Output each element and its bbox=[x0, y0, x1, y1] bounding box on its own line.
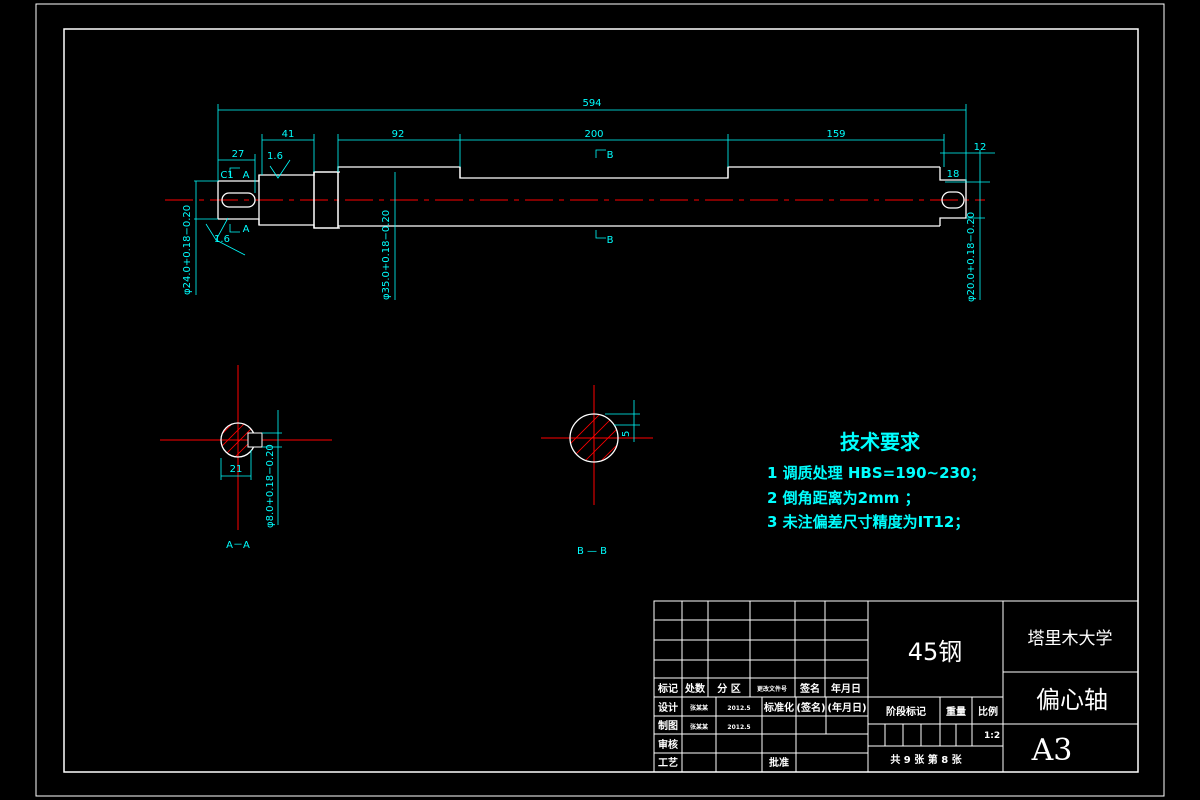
section-bb-label: B — B bbox=[577, 546, 607, 557]
material-label: 45钢 bbox=[908, 638, 963, 666]
sheet-count: 共 9 张 第 8 张 bbox=[890, 753, 962, 766]
school-name: 塔里木大学 bbox=[1028, 629, 1113, 649]
section-aa-width: 21 bbox=[230, 464, 243, 475]
design-name: 张某某 bbox=[690, 704, 709, 712]
tech-req-item-1: 1 调质处理 HBS=190~230； bbox=[767, 464, 985, 482]
dim-27: 27 bbox=[232, 149, 245, 160]
section-bb-depth: 5 bbox=[621, 431, 632, 437]
section-aa-label: A－A bbox=[226, 540, 250, 551]
tech-req-item-2: 2 倒角距离为2mm ； bbox=[767, 489, 920, 507]
hdr-sign: 签名 bbox=[799, 682, 820, 695]
paper-size: A3 bbox=[1031, 733, 1073, 768]
dia-left-label: φ24.0+0.18−0.20 bbox=[182, 205, 193, 295]
draw-label: 制图 bbox=[658, 719, 678, 732]
date-label: (年月日) bbox=[827, 701, 866, 714]
section-b-bottom: B bbox=[607, 235, 614, 246]
chamfer-label: C1 bbox=[220, 170, 233, 181]
std-label: 标准化 bbox=[763, 701, 794, 714]
section-a-bottom: A bbox=[243, 224, 250, 235]
craft-label: 工艺 bbox=[658, 756, 678, 769]
check-label: 审核 bbox=[658, 738, 678, 751]
dim-18: 18 bbox=[947, 169, 960, 180]
draw-date: 2012.5 bbox=[727, 724, 750, 731]
dim-92: 92 bbox=[392, 129, 405, 140]
hdr-count: 处数 bbox=[684, 682, 706, 695]
scale-label: 比例 bbox=[978, 705, 998, 718]
tech-req-title: 技术要求 bbox=[840, 430, 921, 454]
hdr-change-doc: 更改文件号 bbox=[757, 685, 787, 693]
dim-159: 159 bbox=[826, 129, 845, 140]
section-aa-dia: φ8.0+0.18−0.20 bbox=[265, 444, 276, 528]
part-name: 偏心轴 bbox=[1036, 686, 1108, 714]
dia-right-label: φ20.0+0.18−0.20 bbox=[966, 212, 977, 302]
section-b-top: B bbox=[607, 150, 614, 161]
roughness-label-2: 1.6 bbox=[214, 234, 230, 245]
design-date: 2012.5 bbox=[727, 705, 750, 712]
design-label: 设计 bbox=[658, 701, 678, 714]
dim-12: 12 bbox=[974, 142, 987, 153]
tech-req-item-3: 3 未注偏差尺寸精度为IT12； bbox=[767, 513, 969, 531]
stage-label: 阶段标记 bbox=[886, 705, 926, 718]
sign-label: (签名) bbox=[796, 701, 825, 714]
dim-41: 41 bbox=[282, 129, 295, 140]
approve-label: 批准 bbox=[769, 756, 789, 769]
hdr-date: 年月日 bbox=[831, 682, 861, 695]
dim-total: 594 bbox=[582, 98, 601, 109]
hdr-zone: 分 区 bbox=[717, 682, 740, 695]
roughness-label-1: 1.6 bbox=[267, 151, 283, 162]
draw-name: 张某某 bbox=[690, 723, 709, 731]
dia-mid-label: φ35.0+0.18−0.20 bbox=[381, 210, 392, 300]
dim-200: 200 bbox=[584, 129, 603, 140]
scale-value: 1:2 bbox=[984, 731, 1000, 741]
engineering-drawing: 594 41 92 200 159 27 12 18 1.6 1.6 C1 A … bbox=[0, 0, 1200, 800]
weight-label: 重量 bbox=[946, 705, 966, 718]
section-a-top: A bbox=[243, 170, 250, 181]
hdr-mark: 标记 bbox=[657, 682, 678, 695]
